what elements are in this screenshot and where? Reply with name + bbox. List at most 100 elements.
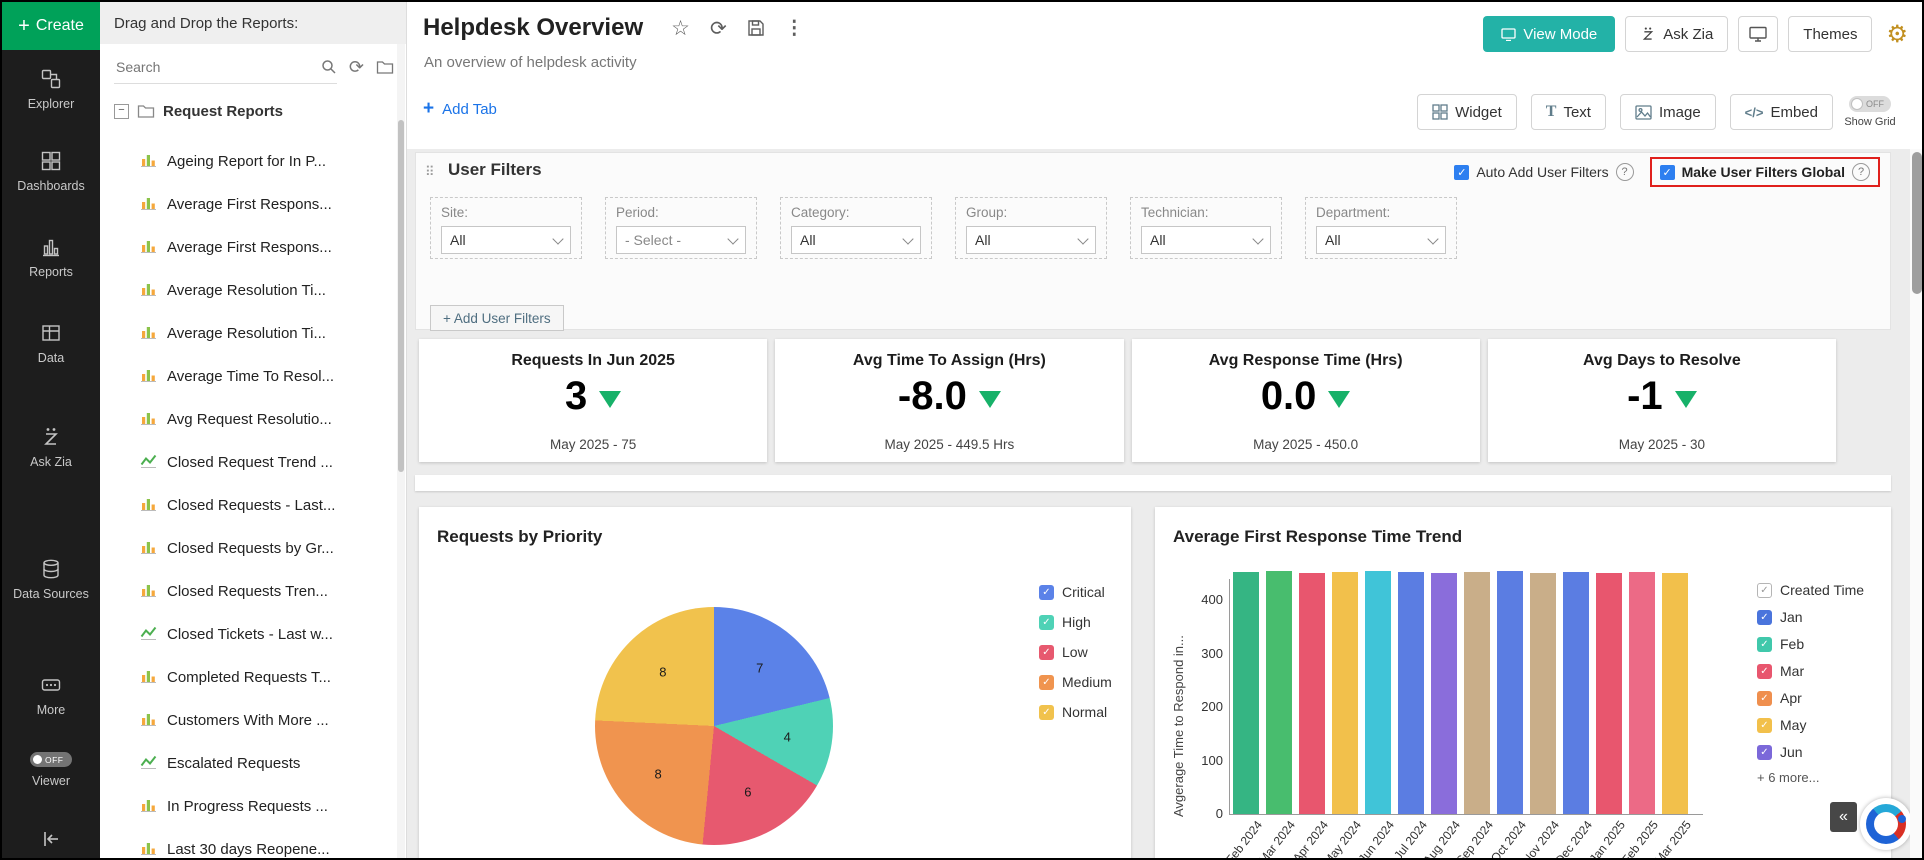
report-item[interactable]: Escalated Requests	[100, 742, 396, 785]
widget-button[interactable]: Widget	[1417, 94, 1517, 130]
create-button[interactable]: + Create	[2, 2, 100, 50]
filter-select[interactable]: All	[1141, 226, 1271, 254]
help-icon[interactable]: ?	[1615, 163, 1634, 181]
search-box[interactable]	[114, 51, 337, 84]
legend-item[interactable]: Critical	[1039, 583, 1112, 601]
filter-select[interactable]: - Select -	[616, 226, 746, 254]
help-icon[interactable]: ?	[1852, 163, 1870, 181]
toggle-off-icon[interactable]: OFF	[30, 752, 72, 767]
legend-check-icon[interactable]	[1757, 717, 1772, 733]
kpi-card[interactable]: Requests In Jun 2025 3 May 2025 - 75	[419, 339, 768, 462]
refresh-icon[interactable]: ⟳	[710, 16, 727, 41]
report-item[interactable]: Closed Requests Tren...	[100, 570, 396, 613]
collapse-panel-button[interactable]: «	[1830, 802, 1857, 832]
bar[interactable]	[1365, 571, 1391, 814]
scrollbar-thumb[interactable]	[1912, 152, 1922, 294]
kebab-menu-icon[interactable]: ⋮	[785, 17, 804, 40]
bar[interactable]	[1266, 571, 1292, 814]
report-item[interactable]: Closed Tickets - Last w...	[100, 613, 396, 656]
add-tab-button[interactable]: + Add Tab	[423, 98, 497, 120]
report-item[interactable]: Average Resolution Ti...	[100, 269, 396, 312]
legend-check-icon[interactable]	[1039, 584, 1054, 600]
legend-check-icon[interactable]	[1757, 744, 1772, 760]
search-input[interactable]	[114, 57, 315, 76]
bar[interactable]	[1464, 572, 1490, 814]
legend-check-icon[interactable]	[1039, 614, 1054, 630]
legend-check-icon[interactable]	[1757, 582, 1772, 598]
embed-button[interactable]: </> Embed	[1729, 94, 1833, 130]
report-item[interactable]: In Progress Requests ...	[100, 785, 396, 828]
ask-zia-button[interactable]: Ask Zia	[1625, 16, 1729, 52]
legend-item[interactable]: Normal	[1039, 703, 1112, 721]
bar[interactable]	[1233, 572, 1259, 814]
checkbox-checked-icon[interactable]	[1454, 164, 1470, 180]
show-grid-toggle[interactable]: OFF Show Grid	[1838, 96, 1902, 128]
filter-select[interactable]: All	[1316, 226, 1446, 254]
toggle-off-icon[interactable]: OFF	[1849, 96, 1891, 112]
bar[interactable]	[1497, 571, 1523, 814]
legend-item[interactable]: Apr	[1757, 689, 1864, 707]
sidebar-item-ask-zia[interactable]: Ask Zia	[2, 426, 100, 471]
legend-item[interactable]: Jan	[1757, 608, 1864, 626]
settings-gear-icon[interactable]: ⚙	[1886, 20, 1908, 49]
legend-item[interactable]: High	[1039, 613, 1112, 631]
sidebar-item-more[interactable]: More	[2, 674, 100, 719]
sidebar-item-explorer[interactable]: Explorer	[2, 68, 100, 113]
report-item[interactable]: Closed Request Trend ...	[100, 441, 396, 484]
folder-icon[interactable]	[376, 59, 394, 75]
filter-select[interactable]: All	[791, 226, 921, 254]
legend-check-icon[interactable]	[1757, 609, 1772, 625]
report-item[interactable]: Closed Requests - Last...	[100, 484, 396, 527]
bar[interactable]	[1431, 573, 1457, 814]
sidebar-item-reports[interactable]: Reports	[2, 236, 100, 281]
image-button[interactable]: Image	[1619, 94, 1716, 130]
empty-widget-strip[interactable]	[415, 475, 1891, 491]
legend-check-icon[interactable]	[1757, 690, 1772, 706]
bar[interactable]	[1398, 572, 1424, 814]
checkbox-checked-icon[interactable]	[1659, 164, 1675, 180]
panel-scrollbar[interactable]	[397, 44, 405, 858]
bar[interactable]	[1530, 573, 1556, 814]
view-mode-button[interactable]: View Mode	[1483, 16, 1616, 52]
scrollbar-thumb[interactable]	[398, 120, 404, 472]
report-item[interactable]: Ageing Report for In P...	[100, 140, 396, 183]
legend-item[interactable]: May	[1757, 716, 1864, 734]
kpi-card[interactable]: Avg Response Time (Hrs) 0.0 May 2025 - 450…	[1131, 339, 1480, 462]
legend-item[interactable]: Medium	[1039, 673, 1112, 691]
viewer-toggle[interactable]: OFF Viewer	[2, 752, 100, 790]
legend-item[interactable]: Low	[1039, 643, 1112, 661]
filter-select[interactable]: All	[966, 226, 1096, 254]
text-button[interactable]: T Text	[1530, 94, 1606, 130]
favorite-star-icon[interactable]: ☆	[671, 16, 690, 41]
kpi-card[interactable]: Avg Time To Assign (Hrs) -8.0 May 2025 - 4…	[775, 339, 1124, 462]
report-item[interactable]: Average First Respons...	[100, 226, 396, 269]
report-item[interactable]: Closed Requests by Gr...	[100, 527, 396, 570]
report-item[interactable]: Customers With More ...	[100, 699, 396, 742]
report-item[interactable]: Last 30 days Reopene...	[100, 828, 396, 858]
report-item[interactable]: Completed Requests T...	[100, 656, 396, 699]
save-icon[interactable]	[747, 19, 765, 37]
kpi-card[interactable]: Avg Days to Resolve -1 May 2025 - 30	[1487, 339, 1836, 462]
legend-more-link[interactable]: + 6 more...	[1757, 770, 1864, 785]
main-scrollbar[interactable]	[1910, 149, 1922, 858]
collapse-minus-icon[interactable]: −	[114, 103, 129, 119]
bar[interactable]	[1596, 573, 1622, 814]
filter-select[interactable]: All	[441, 226, 571, 254]
bar[interactable]	[1332, 572, 1358, 814]
legend-item[interactable]: Feb	[1757, 635, 1864, 653]
sidebar-item-data-sources[interactable]: Data Sources	[2, 558, 100, 603]
report-item[interactable]: Average Resolution Ti...	[100, 312, 396, 355]
legend-check-icon[interactable]	[1039, 704, 1054, 720]
legend-check-icon[interactable]	[1039, 674, 1054, 690]
legend-check-icon[interactable]	[1757, 663, 1772, 679]
bar[interactable]	[1563, 572, 1589, 814]
search-icon[interactable]	[321, 59, 337, 75]
auto-add-user-filters-option[interactable]: Auto Add User Filters ?	[1454, 163, 1634, 181]
bar[interactable]	[1662, 573, 1688, 814]
report-item[interactable]: Average First Respons...	[100, 183, 396, 226]
bar[interactable]	[1629, 572, 1655, 814]
legend-item[interactable]: Created Time	[1757, 581, 1864, 599]
add-user-filters-button[interactable]: + Add User Filters	[430, 305, 564, 331]
drag-handle-icon[interactable]: ⠿	[425, 164, 435, 180]
legend-check-icon[interactable]	[1039, 644, 1054, 660]
